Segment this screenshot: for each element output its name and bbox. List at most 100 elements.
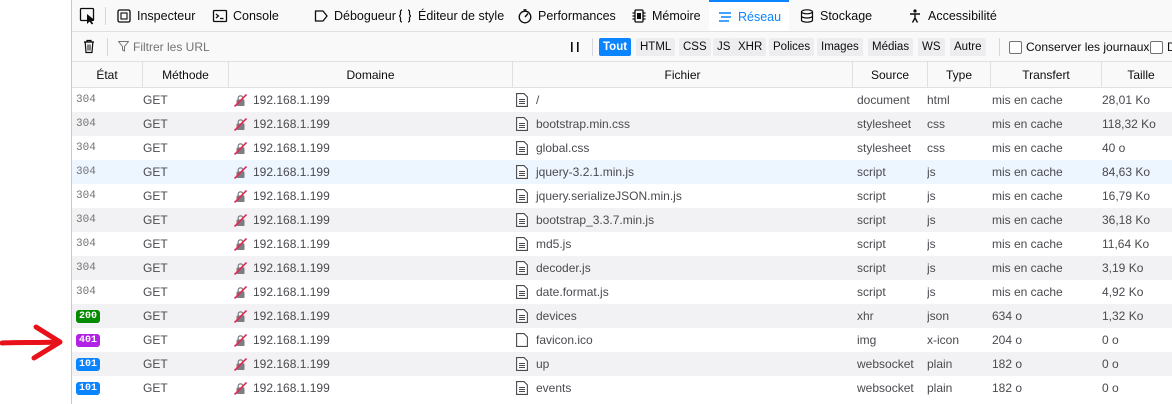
table-row[interactable]: 304 GET 192.168.1.199 decoder.js script js mis…: [72, 256, 1172, 280]
file-icon: [516, 381, 528, 395]
source-cell: script: [857, 261, 886, 275]
status-cell: 304: [76, 160, 136, 184]
domain-cell: 192.168.1.199: [234, 328, 504, 352]
column-header-transfer[interactable]: Transfert: [991, 62, 1102, 87]
storage-icon: [800, 8, 814, 23]
status-cell: 304: [76, 256, 136, 280]
filter-type-images[interactable]: Images: [817, 38, 863, 56]
element-picker-icon[interactable]: [79, 7, 97, 25]
method-cell: GET: [143, 141, 168, 155]
column-header-method[interactable]: Méthode: [143, 62, 229, 87]
status-cell: 304: [76, 232, 136, 256]
filter-type-ws[interactable]: WS: [918, 38, 945, 56]
transfer-cell: 204 o: [992, 333, 1023, 347]
trash-icon[interactable]: [81, 38, 97, 54]
tab-storage[interactable]: Stockage: [799, 0, 872, 31]
toolbar-separator: [107, 38, 108, 56]
filter-type-polices[interactable]: Polices: [769, 38, 815, 56]
table-row[interactable]: 304 GET 192.168.1.199 date.format.js script j…: [72, 280, 1172, 304]
tab-label: Stockage: [820, 8, 873, 23]
tab-inspector[interactable]: Inspecteur: [116, 0, 195, 31]
toolbar-separator: [105, 7, 106, 25]
requests-table-header: État Méthode Domaine Fichier Source Type…: [72, 62, 1172, 88]
column-header-source[interactable]: Source: [853, 62, 928, 87]
status-code: 304: [76, 286, 96, 298]
transfer-cell: mis en cache: [992, 93, 1063, 107]
requests-table-body: 304 GET 192.168.1.199 / document html mis en c…: [72, 88, 1172, 400]
table-row[interactable]: 101 GET 192.168.1.199 events websocket plain 1…: [72, 376, 1172, 400]
table-row[interactable]: 304 GET 192.168.1.199 bootstrap_3.3.7.min.j…: [72, 208, 1172, 232]
status-cell: 304: [76, 136, 136, 160]
domain-text: 192.168.1.199: [253, 213, 330, 227]
tab-network[interactable]: Réseau: [709, 0, 790, 31]
domain-cell: 192.168.1.199: [234, 304, 504, 328]
insecure-lock-icon: [234, 285, 247, 299]
transfer-cell: 182 o: [992, 357, 1023, 371]
file-icon: [516, 333, 528, 347]
table-row[interactable]: 200 GET 192.168.1.199 devices xhr json 634 o 1,…: [72, 304, 1172, 328]
table-row[interactable]: 401 GET 192.168.1.199 favicon.ico img x-icon 2…: [72, 328, 1172, 352]
table-row[interactable]: 304 GET 192.168.1.199 jquery.serializeJSON.…: [72, 184, 1172, 208]
filter-type-js[interactable]: JS: [713, 38, 735, 56]
file-cell: jquery-3.2.1.min.js: [516, 160, 846, 184]
source-cell: stylesheet: [857, 117, 912, 131]
method-cell: GET: [143, 165, 168, 179]
status-code: 304: [76, 118, 96, 130]
table-row[interactable]: 304 GET 192.168.1.199 jquery-3.2.1.min.js sc…: [72, 160, 1172, 184]
persist-logs-label: Conserver les journaux: [1026, 40, 1150, 54]
size-cell: 118,32 Ko: [1102, 117, 1156, 131]
method-cell: GET: [143, 333, 168, 347]
size-cell: 11,64 Ko: [1102, 237, 1150, 251]
filter-type-autre[interactable]: Autre: [950, 38, 986, 56]
table-row[interactable]: 101 GET 192.168.1.199 up websocket plain 182 o…: [72, 352, 1172, 376]
size-cell: 0 o: [1102, 333, 1119, 347]
method-cell: GET: [143, 309, 168, 323]
filter-type-xhr[interactable]: XHR: [734, 38, 767, 56]
file-name: jquery.serializeJSON.min.js: [536, 189, 682, 203]
file-icon: [516, 117, 528, 131]
column-header-type[interactable]: Type: [928, 62, 991, 87]
table-row[interactable]: 304 GET 192.168.1.199 / document html mis en c…: [72, 88, 1172, 112]
file-name: md5.js: [536, 237, 572, 251]
domain-text: 192.168.1.199: [253, 141, 330, 155]
column-header-size[interactable]: Taille: [1102, 62, 1172, 87]
pause-icon[interactable]: [567, 39, 583, 55]
filter-type-css[interactable]: CSS: [679, 38, 711, 56]
file-icon: [516, 261, 528, 275]
filter-type-html[interactable]: HTML: [636, 38, 676, 56]
table-row[interactable]: 304 GET 192.168.1.199 md5.js script js mis en …: [72, 232, 1172, 256]
status-code: 304: [76, 142, 96, 154]
insecure-lock-icon: [234, 165, 247, 179]
filter-type-tout[interactable]: Tout: [599, 38, 632, 56]
transfer-cell: mis en cache: [992, 285, 1063, 299]
size-cell: 1,32 Ko: [1102, 309, 1144, 323]
table-row[interactable]: 304 GET 192.168.1.199 bootstrap.min.css styl…: [72, 112, 1172, 136]
tab-console[interactable]: Console: [212, 0, 279, 31]
debugger-icon: [314, 9, 328, 22]
tab-accessibility[interactable]: Accessibilité: [907, 0, 997, 31]
tab-style-editor[interactable]: Éditeur de style: [397, 0, 504, 31]
insecure-lock-icon: [234, 213, 247, 227]
domain-text: 192.168.1.199: [253, 261, 330, 275]
tab-performance[interactable]: Performances: [517, 0, 616, 31]
tab-memory[interactable]: Mémoire: [631, 0, 701, 31]
file-cell: /: [516, 88, 846, 112]
status-code: 304: [76, 166, 96, 178]
column-header-domain[interactable]: Domaine: [229, 62, 513, 87]
method-cell: GET: [143, 213, 168, 227]
table-row[interactable]: 304 GET 192.168.1.199 global.css stylesheet c…: [72, 136, 1172, 160]
filter-urls-input[interactable]: [130, 37, 550, 57]
status-code: 304: [76, 190, 96, 202]
toolbar-separator: [999, 38, 1000, 56]
tab-debugger[interactable]: Débogueur: [313, 0, 396, 31]
column-header-file[interactable]: Fichier: [513, 62, 853, 87]
status-cell: 304: [76, 184, 136, 208]
disable-cache-checkbox[interactable]: [1150, 41, 1163, 54]
persist-logs-checkbox[interactable]: [1009, 41, 1022, 54]
size-cell: 36,18 Ko: [1102, 213, 1151, 227]
status-code: 304: [76, 214, 96, 226]
tab-label: Éditeur de style: [418, 8, 505, 23]
source-cell: script: [857, 285, 886, 299]
column-header-status[interactable]: État: [72, 62, 143, 87]
filter-type-médias[interactable]: Médias: [868, 38, 914, 56]
